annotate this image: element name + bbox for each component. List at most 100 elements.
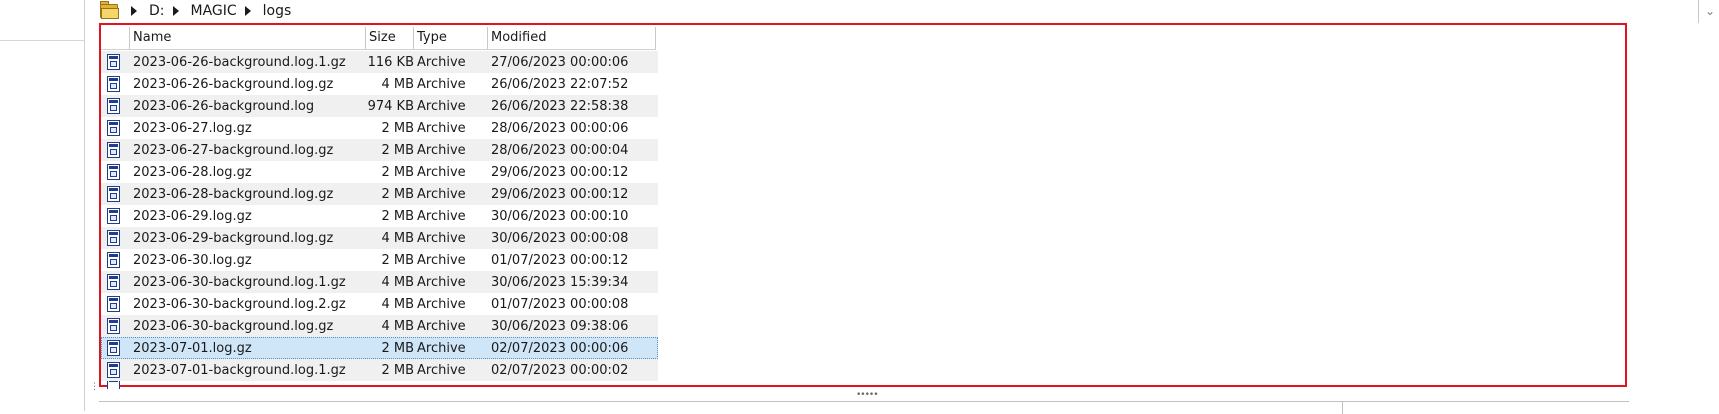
file-modified: 30/06/2023 00:00:10 xyxy=(491,208,629,224)
file-name: 2023-06-30-background.log.gz xyxy=(133,318,334,334)
archive-file-icon xyxy=(101,161,130,183)
column-header-name[interactable]: Name xyxy=(130,27,366,49)
drag-handle-icon[interactable]: ••••• xyxy=(856,390,879,400)
chevron-down-icon[interactable]: ⌄ xyxy=(1698,0,1719,23)
table-row[interactable]: 2023-06-30-background.log.1.gz 4 MB Archiv… xyxy=(101,271,658,293)
file-modified: 29/06/2023 00:00:12 xyxy=(491,186,629,202)
table-row[interactable]: 2023-06-26-background.log.gz 4 MB Archive 2… xyxy=(101,73,658,95)
left-panel xyxy=(0,0,84,411)
table-row[interactable]: 2023-07-01.log.gz 2 MB Archive 02/07/2023 0… xyxy=(101,337,658,359)
panel-separator[interactable] xyxy=(84,0,85,411)
file-modified: 26/06/2023 22:58:38 xyxy=(491,98,629,114)
left-panel-divider xyxy=(0,40,84,41)
file-modified: 27/06/2023 00:00:06 xyxy=(491,54,629,70)
table-row[interactable]: 2023-06-30-background.log.2.gz 4 MB Archiv… xyxy=(101,293,658,315)
file-name: 2023-06-29.log.gz xyxy=(133,208,252,224)
file-size: 2 MB xyxy=(381,252,414,268)
archive-file-icon xyxy=(101,249,130,271)
table-row[interactable]: 2023-06-29.log.gz 2 MB Archive 30/06/2023 0… xyxy=(101,205,658,227)
archive-file-icon xyxy=(101,73,130,95)
file-size: 4 MB xyxy=(381,230,414,246)
archive-file-icon xyxy=(101,205,130,227)
file-modified: 01/07/2023 00:00:12 xyxy=(491,252,629,268)
table-row[interactable]: 2023-06-30-background.log.gz 4 MB Archive 3… xyxy=(101,315,658,337)
file-list-panel: Name Size Type Modified 2023-06-26-backg… xyxy=(99,23,1627,389)
file-name: 2023-06-28.log.gz xyxy=(133,164,252,180)
archive-file-icon xyxy=(101,337,130,359)
folder-icon xyxy=(99,1,119,19)
splitter[interactable]: ⋮ ••••• xyxy=(84,383,1629,401)
breadcrumb-folder-magic[interactable]: MAGIC xyxy=(191,3,237,19)
bottom-panel xyxy=(99,401,1629,414)
file-size: 2 MB xyxy=(381,164,414,180)
grip-icon[interactable]: ⋮ xyxy=(90,383,99,392)
file-name: 2023-06-30-background.log.1.gz xyxy=(133,274,346,290)
column-header-modified[interactable]: Modified xyxy=(488,27,656,49)
file-name: 2023-07-01.log.gz xyxy=(133,340,252,356)
table-row[interactable]: 2023-06-26-background.log 974 KB Archive 26… xyxy=(101,95,658,117)
file-type: Archive xyxy=(417,208,466,224)
file-modified: 29/06/2023 00:00:12 xyxy=(491,164,629,180)
file-modified: 28/06/2023 00:00:04 xyxy=(491,142,629,158)
file-name: 2023-06-30-background.log.2.gz xyxy=(133,296,346,312)
file-size: 4 MB xyxy=(381,76,414,92)
table-row[interactable]: 2023-07-01-background.log.1.gz 2 MB Archiv… xyxy=(101,359,658,381)
file-type: Archive xyxy=(417,186,466,202)
file-name: 2023-06-26-background.log.gz xyxy=(133,76,334,92)
path-bar[interactable]: D: MAGIC logs ⌄ xyxy=(99,0,1715,23)
file-name: 2023-07-01-background.log.1.gz xyxy=(133,362,346,378)
file-size: 2 MB xyxy=(381,208,414,224)
archive-file-icon xyxy=(101,51,130,73)
file-name: 2023-06-26-background.log xyxy=(133,98,315,114)
file-size: 4 MB xyxy=(381,296,414,312)
file-list: 2023-06-26-background.log.1.gz 116 KB Arch… xyxy=(101,51,658,389)
archive-file-icon xyxy=(101,95,130,117)
table-row[interactable]: 2023-06-28-background.log.gz 2 MB Archive 2… xyxy=(101,183,658,205)
file-modified: 02/07/2023 00:00:02 xyxy=(491,362,629,378)
breadcrumb-folder-logs[interactable]: logs xyxy=(263,3,292,19)
table-row[interactable]: 2023-06-28.log.gz 2 MB Archive 29/06/2023 0… xyxy=(101,161,658,183)
file-size: 2 MB xyxy=(381,142,414,158)
archive-file-icon xyxy=(101,359,130,381)
archive-file-icon xyxy=(101,293,130,315)
file-name: 2023-06-29-background.log.gz xyxy=(133,230,334,246)
archive-file-icon xyxy=(101,139,130,161)
breadcrumb-drive[interactable]: D: xyxy=(149,3,165,19)
column-header-icon[interactable] xyxy=(101,27,130,49)
file-type: Archive xyxy=(417,362,466,378)
table-row[interactable]: 2023-06-27.log.gz 2 MB Archive 28/06/2023 0… xyxy=(101,117,658,139)
chevron-right-icon[interactable] xyxy=(172,6,179,16)
archive-file-icon xyxy=(101,271,130,293)
table-row[interactable]: 2023-06-26-background.log.1.gz 116 KB Arch… xyxy=(101,51,658,73)
file-modified: 30/06/2023 15:39:34 xyxy=(491,274,629,290)
file-name: 2023-06-28-background.log.gz xyxy=(133,186,334,202)
file-type: Archive xyxy=(417,340,466,356)
file-size: 974 KB xyxy=(367,98,414,114)
chevron-right-icon[interactable] xyxy=(244,6,251,16)
file-size: 2 MB xyxy=(381,186,414,202)
file-size: 2 MB xyxy=(381,120,414,136)
archive-file-icon xyxy=(101,183,130,205)
column-header-size[interactable]: Size xyxy=(366,27,414,49)
file-type: Archive xyxy=(417,252,466,268)
chevron-right-icon[interactable] xyxy=(131,6,137,16)
table-row[interactable]: 2023-06-29-background.log.gz 4 MB Archive 3… xyxy=(101,227,658,249)
column-header-row: Name Size Type Modified xyxy=(101,27,656,50)
file-modified: 02/07/2023 00:00:06 xyxy=(491,340,629,356)
file-type: Archive xyxy=(417,296,466,312)
file-size: 4 MB xyxy=(381,318,414,334)
bottom-panel-separator[interactable] xyxy=(1342,402,1343,414)
table-row[interactable]: 2023-06-27-background.log.gz 2 MB Archive 2… xyxy=(101,139,658,161)
archive-file-icon xyxy=(101,117,130,139)
file-name: 2023-06-26-background.log.1.gz xyxy=(133,54,346,70)
file-type: Archive xyxy=(417,274,466,290)
file-modified: 26/06/2023 22:07:52 xyxy=(491,76,629,92)
table-row[interactable]: 2023-06-30.log.gz 2 MB Archive 01/07/2023 0… xyxy=(101,249,658,271)
file-modified: 28/06/2023 00:00:06 xyxy=(491,120,629,136)
table-row-partial[interactable] xyxy=(101,381,658,389)
file-name: 2023-06-30.log.gz xyxy=(133,252,252,268)
file-size: 2 MB xyxy=(381,362,414,378)
column-header-type[interactable]: Type xyxy=(414,27,488,49)
file-name: 2023-06-27.log.gz xyxy=(133,120,252,136)
file-type: Archive xyxy=(417,164,466,180)
